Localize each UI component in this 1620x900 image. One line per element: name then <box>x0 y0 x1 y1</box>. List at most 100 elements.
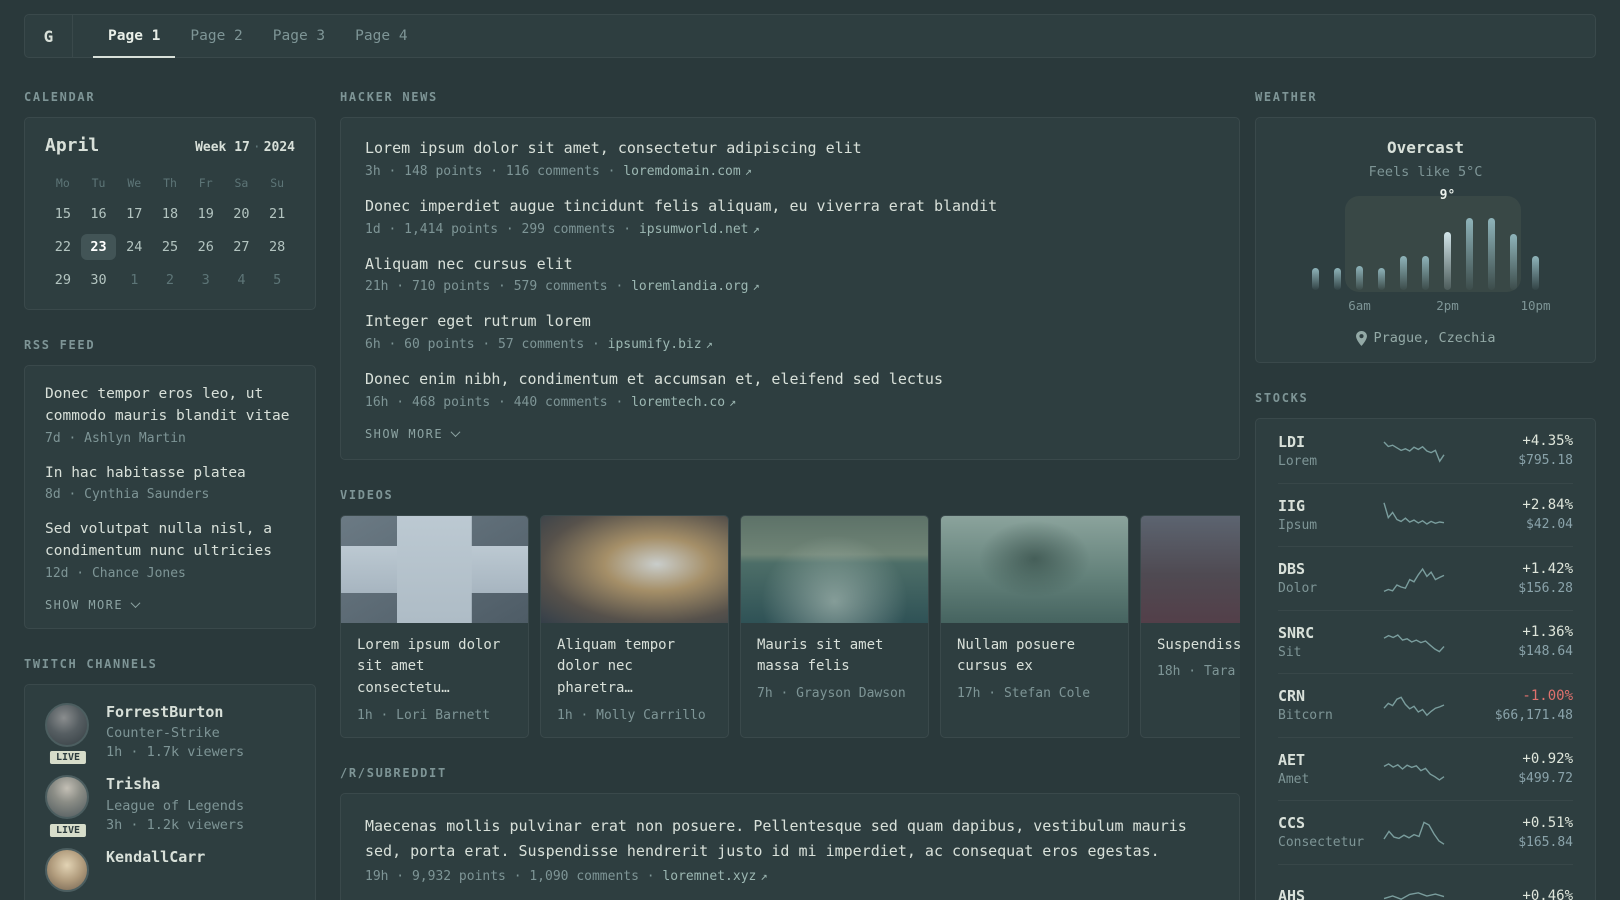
calendar-day: 26 <box>197 239 214 255</box>
stock-row[interactable]: LDI Lorem +4.35% $795.18 <box>1278 419 1573 483</box>
stock-row[interactable]: DBS Dolor +1.42% $156.28 <box>1278 546 1573 610</box>
weather-card: Overcast Feels like 5°C 9° 6am 2pm 10pm Pr… <box>1255 117 1596 363</box>
hn-item-title[interactable]: Aliquam nec cursus elit <box>365 254 1215 276</box>
tab-page-1[interactable]: Page 1 <box>93 15 176 58</box>
stock-row[interactable]: SNRC Sit +1.36% $148.64 <box>1278 609 1573 674</box>
hn-item-title[interactable]: Integer eget rutrum lorem <box>365 311 1215 333</box>
weather-time-label: 2pm <box>1436 298 1459 313</box>
calendar-day: 18 <box>161 206 179 222</box>
rss-card: Donec tempor eros leo, ut commodo mauris… <box>24 365 316 629</box>
sub-item-meta-text: 19h · 9,932 points · 1,090 comments · <box>365 869 663 885</box>
hn-item-domain-link[interactable]: loremlandia.org <box>631 279 748 294</box>
video-card[interactable]: Aliquam tempor dolor nec pharetra… 1h · M… <box>540 514 729 738</box>
rss-item-meta: 12d · Chance Jones <box>45 565 186 581</box>
weather-bar <box>1400 256 1407 290</box>
video-card[interactable]: Lorem ipsum dolor sit amet consectetu… 1h… <box>340 514 529 738</box>
dot-separator: · <box>252 140 261 155</box>
video-thumbnail <box>341 515 528 623</box>
app-logo[interactable]: G <box>25 15 73 57</box>
video-card[interactable]: Suspendisse diam 18h · Tara <box>1140 514 1240 738</box>
calendar-day: 25 <box>161 239 179 255</box>
channel-meta: 3h · 1.2k viewers <box>106 816 245 833</box>
channel-name: KendallCarr <box>106 847 206 866</box>
stock-price: $66,171.48 <box>1494 707 1573 723</box>
rss-section-title: RSS FEED <box>24 338 96 352</box>
stock-row[interactable]: CRN Bitcorn -1.00% $66,171.48 <box>1278 673 1573 737</box>
tab-page-4[interactable]: Page 4 <box>340 15 422 58</box>
hn-item-domain-link[interactable]: loremtech.co <box>631 395 725 410</box>
weather-bar <box>1532 256 1539 290</box>
video-card[interactable]: Mauris sit amet massa felis 7h · Grayson … <box>740 514 929 738</box>
hn-item-domain-link[interactable]: ipsumify.biz <box>608 337 702 352</box>
stock-row[interactable]: CCS Consectetur +0.51% $165.84 <box>1278 800 1573 864</box>
weather-time-label: 10pm <box>1520 298 1551 313</box>
channel-info: Trisha League of Legends 3h · 1.2k viewers <box>106 775 244 833</box>
weather-time-label: 6am <box>1348 298 1371 313</box>
stock-values: +1.42% $156.28 <box>1446 561 1573 596</box>
video-thumbnail <box>941 515 1128 623</box>
hn-item-meta-text: 1d · 1,414 points · 299 comments · <box>365 221 639 237</box>
weekday-label: Tu <box>91 176 106 190</box>
sub-item-title[interactable]: Maecenas mollis pulvinar erat non posuer… <box>365 814 1215 864</box>
rss-item-title[interactable]: In hac habitasse platea <box>45 463 295 485</box>
stock-row-list: LDI Lorem +4.35% $795.18 IIG Ipsum +2.84% $42.0… <box>1278 419 1573 900</box>
rss-show-more-button[interactable]: SHOW MORE <box>45 598 141 612</box>
stock-price: $795.18 <box>1518 453 1573 469</box>
weather-section-title: WEATHER <box>1255 90 1318 104</box>
tab-page-3[interactable]: Page 3 <box>258 15 340 58</box>
calendar-day: 21 <box>269 206 286 222</box>
hn-item-title[interactable]: Lorem ipsum dolor sit amet, consectetur … <box>365 138 1215 160</box>
tab-page-2[interactable]: Page 2 <box>175 15 257 58</box>
video-meta: 1h · Lori Barnett <box>357 707 491 723</box>
stock-price: $42.04 <box>1526 517 1573 533</box>
hn-item-title[interactable]: Donec enim nibh, condimentum et accumsan… <box>365 369 1215 391</box>
twitch-channel[interactable]: LIVE Trisha League of Legends 3h · 1.2k vie… <box>45 775 295 839</box>
hn-item-title[interactable]: Donec imperdiet augue tincidunt felis al… <box>365 196 1215 218</box>
subreddit-section: /R/SUBREDDIT Maecenas mollis pulvinar er… <box>340 766 1240 900</box>
sub-item-domain-link[interactable]: loremnet.xyz <box>662 869 756 884</box>
video-thumbnail <box>741 515 928 623</box>
stock-change: +2.84% <box>1522 497 1573 514</box>
rss-item-title[interactable]: Donec tempor eros leo, ut commodo mauris… <box>45 384 295 428</box>
stock-values: -1.00% $66,171.48 <box>1446 688 1573 723</box>
hn-item-meta: 21h · 710 points · 579 comments · loreml… <box>365 279 1215 294</box>
sub-item-meta: 19h · 9,932 points · 1,090 comments · lo… <box>365 869 1215 884</box>
rss-item-meta: 7d · Ashlyn Martin <box>45 430 186 446</box>
stock-row[interactable]: AET Amet +0.92% $499.72 <box>1278 736 1573 801</box>
hackernews-card: Lorem ipsum dolor sit amet, consectetur … <box>340 117 1240 460</box>
calendar-header: April Week 17 · 2024 <box>45 135 295 156</box>
show-more-label: SHOW MORE <box>365 426 443 441</box>
weekday-label: We <box>127 176 142 190</box>
channel-meta: 1h · 1.7k viewers <box>106 744 245 761</box>
hn-item-meta-text: 6h · 60 points · 57 comments · <box>365 337 608 352</box>
hn-item-domain-link[interactable]: ipsumworld.net <box>639 222 749 237</box>
video-card[interactable]: Nullam posuere cursus ex 17h · Stefan Col… <box>940 514 1129 738</box>
stock-values: +4.35% $795.18 <box>1446 433 1573 468</box>
video-meta: 18h · Tara <box>1157 664 1236 680</box>
calendar-day: 17 <box>126 206 143 222</box>
video-card-row: Lorem ipsum dolor sit amet consectetu… 1h… <box>340 514 1240 738</box>
hn-item-domain-link[interactable]: loremdomain.com <box>623 164 740 179</box>
stock-change: -1.00% <box>1522 687 1573 704</box>
stock-sparkline <box>1383 762 1445 781</box>
weather-location: Prague, Czechia <box>1256 330 1595 346</box>
avatar-wrap: LIVE <box>45 702 91 767</box>
hn-item: Donec enim nibh, condimentum et accumsan… <box>365 369 1215 410</box>
calendar-day: 4 <box>237 272 246 288</box>
rss-item-title[interactable]: Sed volutpat nulla nisl, a condimentum n… <box>45 519 295 563</box>
stock-row[interactable]: AHS +0.46% <box>1278 863 1573 900</box>
twitch-channel[interactable]: LIVE ForrestBurton Counter-Strike 1h · 1.7k… <box>45 702 295 767</box>
video-card-body: Aliquam tempor dolor nec pharetra… 1h · M… <box>541 623 728 737</box>
channel-info: KendallCarr <box>106 848 205 892</box>
weather-time-labels: 6am 2pm 10pm <box>1312 298 1550 314</box>
twitch-channel[interactable]: KendallCarr <box>45 847 295 892</box>
stock-row[interactable]: IIG Ipsum +2.84% $42.04 <box>1278 482 1573 547</box>
stock-sparkline <box>1383 633 1445 653</box>
video-meta: 1h · Molly Carrillo <box>557 707 706 723</box>
rss-item: Sed volutpat nulla nisl, a condimentum n… <box>45 519 295 581</box>
calendar-day: 22 <box>54 239 71 255</box>
hackernews-show-more-button[interactable]: SHOW MORE <box>365 426 461 441</box>
twitch-section-title: TWITCH CHANNELS <box>24 656 158 671</box>
sub-item: Maecenas mollis pulvinar erat non posuer… <box>365 814 1215 885</box>
calendar-week-number: Week 17 <box>195 140 250 155</box>
